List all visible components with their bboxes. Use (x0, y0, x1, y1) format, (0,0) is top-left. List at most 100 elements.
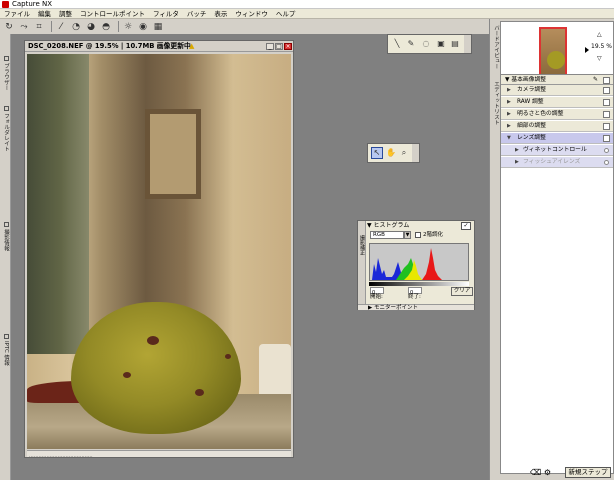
menu-edit[interactable]: 編集 (34, 9, 55, 18)
zoom-up-icon[interactable]: △ (597, 31, 602, 38)
group-checkbox[interactable] (603, 77, 610, 84)
histogram-title: ヒストグラム (373, 222, 410, 229)
right-panel: バードアイビュー エディットリスト 19.5 % △ ▽ ▼ 基本画像調整 ✎ … (489, 19, 614, 480)
select-tool-icon[interactable]: ↖ (371, 147, 383, 159)
edit-item-fisheye[interactable]: ▶ フィッシュアイレンズ (501, 157, 613, 168)
tab-folders[interactable]: フォルダレイト (1, 106, 10, 152)
brightness-icon[interactable]: ☼ (122, 21, 134, 33)
new-step-button[interactable]: 新規ステップ (565, 467, 611, 478)
clear-button[interactable]: クリア (451, 287, 473, 296)
black-point-icon[interactable]: ◕ (85, 21, 97, 33)
minimize-button[interactable]: _ (266, 43, 274, 50)
palette-grip[interactable] (412, 144, 419, 162)
chevron-down-icon[interactable]: ▼ (404, 231, 411, 239)
item-radio[interactable] (604, 148, 609, 153)
expand-icon[interactable]: ▶ (507, 121, 511, 132)
tab-birdseye[interactable]: バードアイビュー (491, 25, 500, 69)
menu-view[interactable]: 表示 (210, 9, 231, 18)
item-checkbox[interactable] (603, 99, 610, 106)
title-bar: Capture NX (0, 0, 614, 9)
histogram-side-tab[interactable]: 撮影補正 (358, 221, 366, 304)
monitor-point-section[interactable]: ▶ モニターポイント (358, 304, 474, 311)
menu-batch[interactable]: バッチ (183, 9, 211, 18)
tab-shooting-info[interactable]: 撮影情報 (1, 222, 10, 251)
start-field[interactable]: 0 (370, 287, 384, 296)
mask-tool-icon[interactable]: ▤ (450, 39, 460, 49)
menu-file[interactable]: ファイル (0, 9, 34, 18)
tab-edit-list[interactable]: エディットリスト (491, 81, 500, 125)
menu-window[interactable]: ウィンドウ (231, 9, 272, 18)
document-titlebar[interactable]: DSC_0208.NEF @ 19.5% | 10.7MB 画像更新中 ▲ _ … (25, 41, 293, 52)
zoom-arrow-icon[interactable] (585, 47, 589, 53)
zoom-value: 19.5 % (591, 43, 612, 50)
item-checkbox[interactable] (603, 135, 610, 142)
expand-icon[interactable]: ▶ (507, 97, 511, 108)
fruit-spot (225, 354, 231, 359)
fruit-spot (195, 389, 204, 396)
histogram-options-icon[interactable]: ✓ (461, 222, 471, 230)
item-checkbox[interactable] (603, 123, 610, 130)
rotate-icon[interactable]: ↻ (3, 21, 15, 33)
edit-item-detail[interactable]: ▶ 細部の調整 (501, 121, 613, 132)
collapse-icon[interactable]: ▼ (507, 133, 511, 144)
palette-grip[interactable] (464, 35, 471, 53)
fill-tool-icon[interactable]: ▣ (436, 39, 446, 49)
edit-pencil-icon[interactable]: ✎ (593, 75, 598, 85)
document-window: DSC_0208.NEF @ 19.5% | 10.7MB 画像更新中 ▲ _ … (24, 40, 294, 459)
crop-icon[interactable]: ⌗ (33, 21, 45, 33)
menu-control-point[interactable]: コントロールポイント (76, 9, 149, 18)
posterize-checkbox[interactable] (415, 232, 421, 238)
eyedropper-icon[interactable]: ⁄ (55, 21, 67, 33)
expand-icon[interactable]: ▶ (507, 85, 511, 96)
image-canvas[interactable] (27, 54, 291, 449)
grid-icon[interactable]: ▦ (152, 21, 164, 33)
histogram-side-label: 撮影補正 (359, 235, 365, 255)
maximize-button[interactable]: □ (275, 43, 283, 50)
step-tools: ⌫ ⚙ (530, 467, 551, 478)
menu-filter[interactable]: フィルタ (149, 9, 183, 18)
document-title: DSC_0208.NEF @ 19.5% | 10.7MB 画像更新中 (28, 42, 191, 50)
document-status-bar: ........................................ (27, 450, 291, 459)
tab-square-icon (3, 222, 9, 227)
status-text: ........................................ (29, 453, 93, 459)
histogram-header[interactable]: ▼ ヒストグラム (367, 222, 409, 230)
monitor-point-label: モニターポイント (373, 305, 418, 311)
eye-icon[interactable]: ◉ (137, 21, 149, 33)
edit-list-header[interactable]: ▼ 基本画像調整 ✎ (501, 75, 613, 85)
settings-icon[interactable]: ⚙ (544, 468, 551, 477)
fruit-spot (123, 372, 131, 378)
lasso-tool-icon[interactable]: ◌ (421, 39, 431, 49)
zoom-down-icon[interactable]: ▽ (597, 55, 602, 62)
zoom-tool-icon[interactable]: ⌕ (399, 148, 409, 158)
menu-help[interactable]: ヘルプ (272, 9, 300, 18)
birdseye-thumbnail[interactable] (539, 27, 567, 77)
item-radio[interactable] (604, 160, 609, 165)
tab-browser[interactable]: ブラウザー (1, 56, 10, 91)
edit-item-raw[interactable]: ▶ RAW 調整 (501, 97, 613, 108)
expand-icon[interactable]: ▶ (507, 109, 511, 120)
end-field[interactable]: 0 (408, 287, 422, 296)
close-button[interactable]: × (284, 43, 292, 50)
pen-tool-icon[interactable]: ✎ (406, 39, 416, 49)
color-point-icon[interactable]: ◔ (70, 21, 82, 33)
channel-select[interactable]: RGB (370, 231, 404, 239)
straighten-icon[interactable]: ⤳ (18, 21, 30, 33)
line-tool-icon[interactable]: ╲ (392, 39, 402, 49)
app-icon (2, 1, 9, 8)
trash-icon[interactable]: ⌫ (530, 468, 541, 477)
hand-tool-icon[interactable]: ✋ (386, 148, 396, 158)
item-checkbox[interactable] (603, 111, 610, 118)
item-checkbox[interactable] (603, 87, 610, 94)
expand-icon[interactable]: ▶ (515, 145, 519, 156)
expand-icon[interactable]: ▶ (515, 157, 519, 168)
white-point-icon[interactable]: ◓ (100, 21, 112, 33)
edit-item-brightness-color[interactable]: ▶ 明るさと色の調整 (501, 109, 613, 120)
tab-iptc-info[interactable]: IPTC 情報 (1, 334, 10, 366)
menu-adjust[interactable]: 調整 (55, 9, 76, 18)
histogram-graph[interactable] (369, 243, 469, 281)
tab-square-icon (3, 56, 9, 61)
edit-item-vignette[interactable]: ▶ ヴィネットコントロール (501, 145, 613, 156)
tab-square-icon (3, 106, 9, 111)
edit-item-camera[interactable]: ▶ カメラ調整 (501, 85, 613, 96)
edit-item-lens[interactable]: ▼ レンズ調整 (501, 133, 613, 144)
